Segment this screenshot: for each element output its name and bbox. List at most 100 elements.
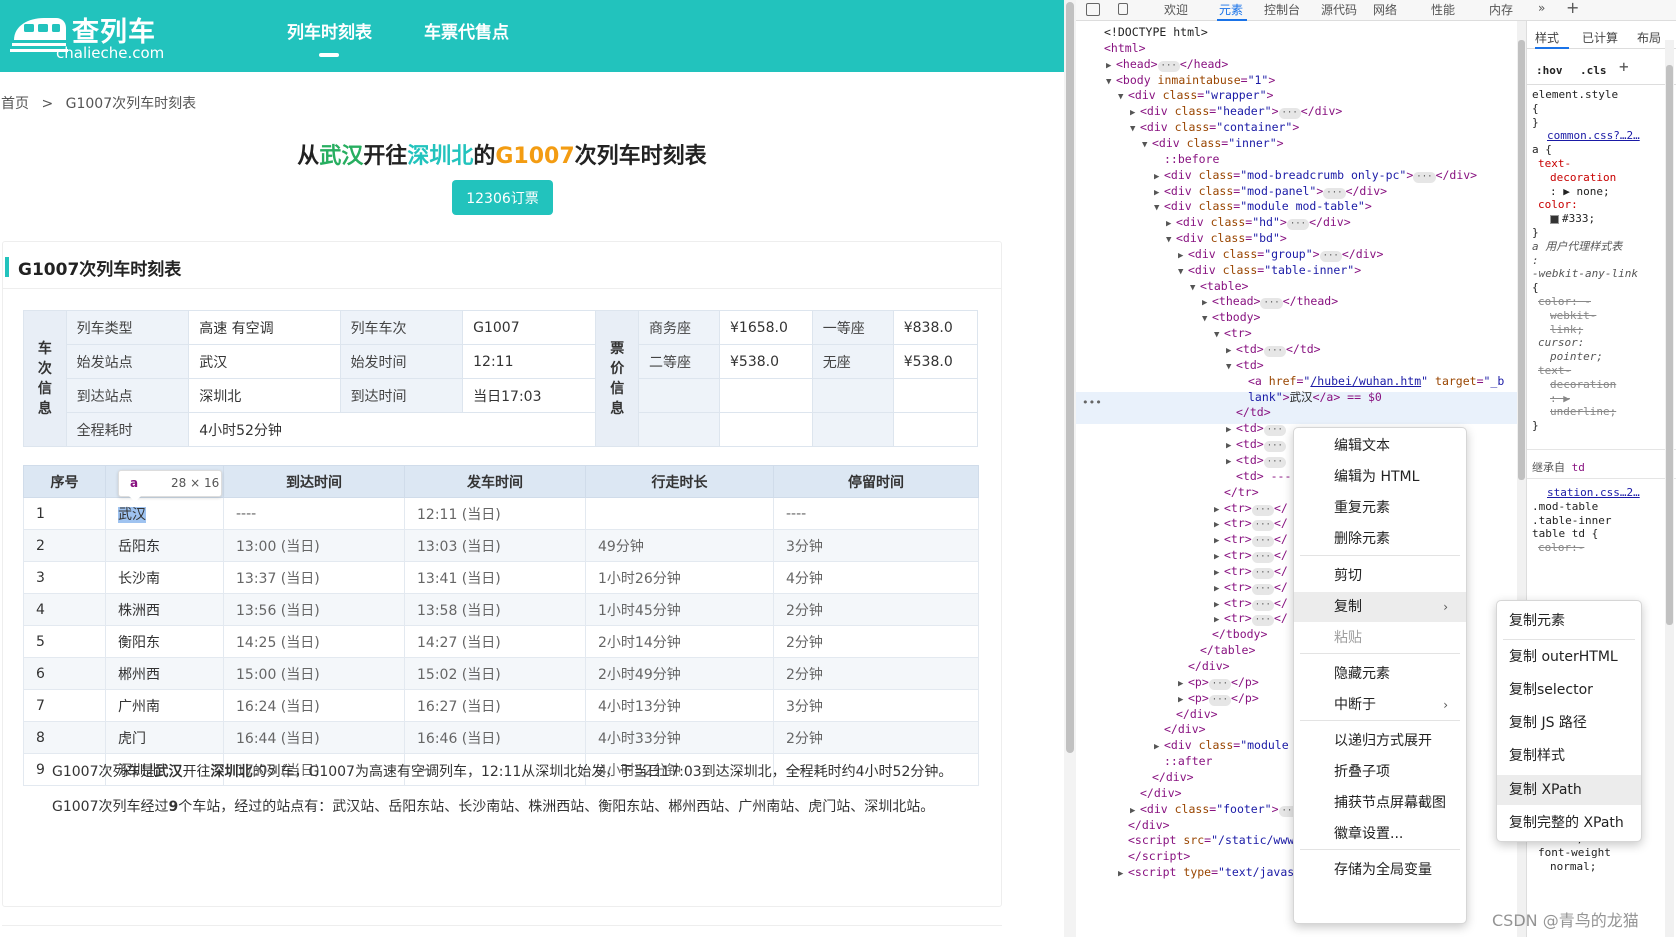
css-overridden[interactable]: link; (1550, 323, 1583, 336)
devtools-tab-memory[interactable]: 内存 (1489, 1, 1513, 18)
breadcrumb-home[interactable]: 首页 (1, 93, 29, 113)
dom-node-line[interactable]: lank">武汉</a> == $0 (1238, 389, 1382, 405)
station-link[interactable]: 长沙南 (118, 571, 160, 587)
stylesheet-link[interactable]: common.css?…2… (1547, 129, 1640, 142)
cls-toggle[interactable]: .cls (1580, 64, 1607, 78)
elements-scrollbar-thumb[interactable] (1518, 40, 1525, 480)
station-link[interactable]: 广州南 (118, 699, 160, 715)
title-to-station[interactable]: 深圳北 (407, 144, 473, 169)
css-property[interactable]: decoration (1550, 171, 1616, 184)
context-menu-item[interactable]: 存储为全局变量 (1294, 855, 1466, 885)
css-overridden[interactable]: webkit- (1550, 309, 1596, 322)
css-overridden[interactable]: underline; (1550, 405, 1616, 418)
collapse-arrow-icon[interactable]: ▼ (1202, 311, 1212, 327)
add-rule-icon[interactable]: + (1619, 59, 1629, 75)
station-link[interactable]: 株洲西 (118, 603, 160, 619)
context-menu-item[interactable]: 编辑文本 (1294, 431, 1466, 461)
site-logo[interactable]: 查列车 chalieche.com (10, 8, 165, 64)
node-ellipsis-icon[interactable]: ••• (1082, 396, 1102, 409)
context-menu-item[interactable]: 复制 › (1294, 592, 1466, 622)
more-tabs-icon[interactable]: » (1538, 1, 1545, 15)
css-value[interactable]: #333; (1562, 212, 1595, 225)
devtools-tab-console[interactable]: 控制台 (1264, 1, 1300, 18)
station-link[interactable]: 岳阳东 (118, 539, 160, 555)
css-overridden[interactable]: decoration (1550, 378, 1616, 391)
dom-node-line[interactable]: </div> (1154, 721, 1206, 737)
copy-submenu-item[interactable]: 复制元素 (1497, 606, 1641, 636)
add-tab-icon[interactable]: + (1566, 0, 1579, 17)
context-menu-item[interactable]: 中断于 › (1294, 690, 1466, 720)
styles-tab-layout[interactable]: 布局 (1637, 29, 1661, 46)
dom-node-line[interactable]: <a href="/hubei/wuhan.htm" target="_b (1238, 373, 1504, 389)
css-overridden[interactable]: color: - (1538, 295, 1591, 308)
station-link[interactable]: 虎门 (118, 731, 146, 747)
dom-node-line[interactable]: ::before (1154, 151, 1219, 167)
collapse-arrow-icon[interactable]: ▼ (1106, 74, 1116, 90)
context-menu-item[interactable]: 徽章设置... (1294, 819, 1466, 849)
station-link[interactable]: 武汉 (118, 506, 146, 523)
styles-tab-styles[interactable]: 样式 (1535, 29, 1559, 46)
dom-node-line[interactable]: ::after (1154, 753, 1212, 769)
css-overridden[interactable]: : ▶ (1550, 392, 1570, 405)
title-from-station[interactable]: 武汉 (319, 144, 363, 169)
dom-node-line[interactable]: </tbody> (1202, 626, 1267, 642)
devtools-tab-sources[interactable]: 源代码 (1321, 1, 1357, 18)
collapse-arrow-icon[interactable]: ▼ (1190, 280, 1200, 296)
copy-submenu-item[interactable]: 复制完整的 XPath (1497, 808, 1641, 838)
collapse-arrow-icon[interactable]: ▼ (1226, 359, 1236, 375)
devtools-tab-elements[interactable]: 元素 (1219, 1, 1243, 18)
collapse-arrow-icon[interactable]: ▼ (1214, 327, 1224, 343)
context-menu-item[interactable]: 剪切 (1294, 561, 1466, 591)
collapse-arrow-icon[interactable]: ▼ (1178, 264, 1188, 280)
dom-node-line[interactable]: </div> (1178, 658, 1230, 674)
nav-timetable[interactable]: 列车时刻表 (287, 18, 372, 43)
page-scrollbar-thumb[interactable] (1066, 2, 1074, 753)
css-overridden[interactable]: text- (1538, 364, 1571, 377)
context-menu-item[interactable]: 隐藏元素 (1294, 659, 1466, 689)
dom-node-line[interactable]: </div> (1166, 706, 1218, 722)
copy-submenu-item[interactable]: 复制 JS 路径 (1497, 708, 1641, 738)
styles-tab-computed[interactable]: 已计算 (1582, 29, 1618, 46)
devtools-tab-welcome[interactable]: 欢迎 (1164, 1, 1188, 18)
dom-node-line[interactable]: </td> (1226, 404, 1271, 420)
dom-node-line[interactable]: <script src="/static/www (1118, 832, 1294, 848)
hov-toggle[interactable]: :hov (1536, 64, 1563, 78)
station-link[interactable]: 郴州西 (118, 667, 160, 683)
collapse-arrow-icon[interactable]: ▼ (1130, 121, 1140, 137)
stylesheet-link[interactable]: station.css…2… (1547, 486, 1640, 499)
context-menu-item[interactable]: 捕获节点屏幕截图 (1294, 788, 1466, 818)
dom-node-line[interactable]: </tr> (1214, 484, 1259, 500)
copy-submenu-item[interactable]: 复制样式 (1497, 741, 1641, 771)
copy-submenu-item[interactable]: 复制selector (1497, 675, 1641, 705)
nav-ticket-agents[interactable]: 车票代售点 (424, 18, 509, 43)
context-menu-item[interactable]: 删除元素 (1294, 524, 1466, 554)
dom-node-line[interactable]: </div> (1142, 769, 1194, 785)
context-menu-item[interactable]: 重复元素 (1294, 493, 1466, 523)
dom-node-line[interactable]: </table> (1190, 642, 1255, 658)
station-link[interactable]: 衡阳东 (118, 635, 160, 651)
device-toolbar-icon[interactable] (1118, 3, 1128, 15)
dom-node-line[interactable]: </script> (1118, 848, 1190, 864)
collapse-arrow-icon[interactable]: ▼ (1118, 89, 1128, 105)
collapse-arrow-icon[interactable]: ▼ (1142, 137, 1152, 153)
copy-submenu-item[interactable]: 复制 XPath (1497, 775, 1641, 805)
devtools-tab-performance[interactable]: 性能 (1431, 1, 1455, 18)
dom-node-line[interactable]: <html> (1094, 40, 1146, 56)
copy-submenu-item[interactable]: 复制 outerHTML (1497, 642, 1641, 672)
collapse-arrow-icon[interactable]: ▼ (1166, 232, 1176, 248)
dom-node-line[interactable]: </div> (1130, 785, 1182, 801)
inspect-element-icon[interactable] (1086, 3, 1100, 16)
css-property[interactable]: text- (1538, 157, 1571, 170)
context-menu-item[interactable]: 编辑为 HTML (1294, 462, 1466, 492)
context-menu-item[interactable]: 折叠子项 (1294, 757, 1466, 787)
book-12306-button[interactable]: 12306订票 (452, 180, 553, 215)
color-swatch-icon[interactable] (1550, 214, 1559, 224)
expand-arrow-icon[interactable]: ▶ (1118, 866, 1128, 882)
context-menu-item[interactable]: 以递归方式展开 (1294, 726, 1466, 756)
css-property[interactable]: color: (1538, 198, 1578, 211)
css-overridden[interactable]: color:- (1538, 541, 1584, 554)
dom-node-line[interactable]: <td> --- (1226, 468, 1291, 484)
collapse-arrow-icon[interactable]: ▼ (1154, 200, 1164, 216)
devtools-tab-network[interactable]: 网络 (1373, 1, 1397, 18)
styles-scrollbar-thumb[interactable] (1666, 65, 1673, 625)
